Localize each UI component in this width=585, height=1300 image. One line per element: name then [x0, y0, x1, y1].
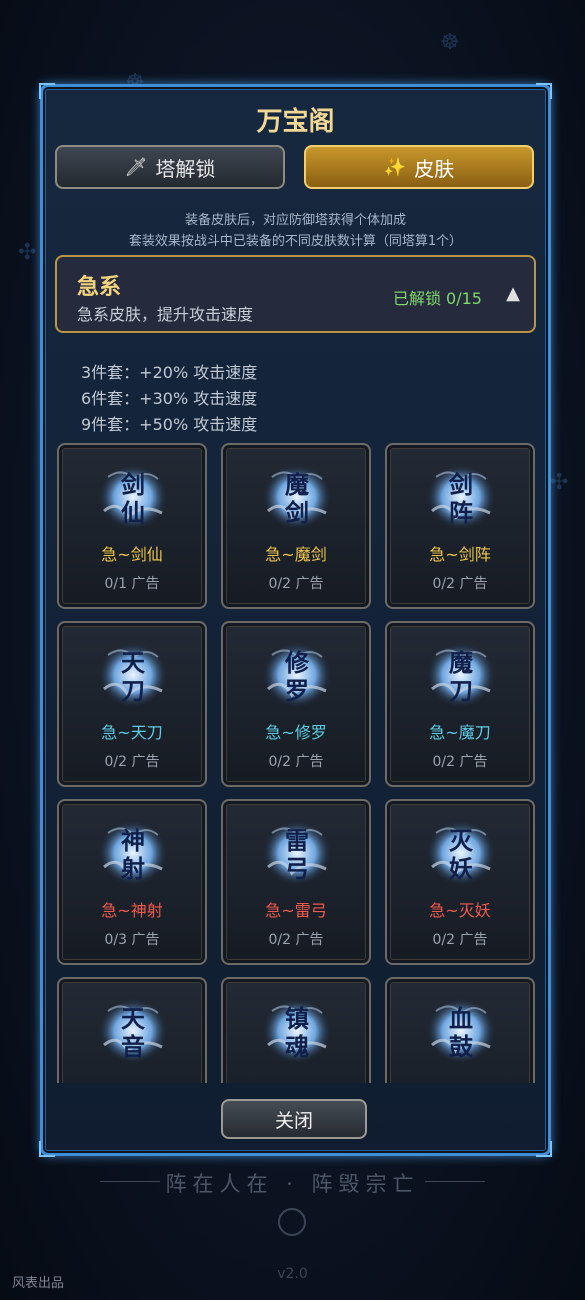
sparkle-icon: ✨	[383, 156, 407, 178]
skin-card[interactable]: 雷弓急~雷弓 0/2 广告	[221, 799, 371, 965]
emblem-glyph: 魔	[285, 470, 309, 499]
skin-ad-count: 0/2 广告	[268, 576, 324, 592]
version-label: v2.0	[277, 1266, 308, 1282]
emblem-glyph: 修	[284, 648, 310, 677]
skin-card[interactable]: 魔刀急~魔刀 0/2 广告	[385, 621, 535, 787]
skin-card[interactable]: 神射急~神射 0/3 广告	[57, 799, 207, 965]
skin-card[interactable]: 镇魂	[221, 977, 371, 1083]
skin-ad-count: 0/2 广告	[104, 754, 160, 770]
emblem-glyph: 刀	[449, 676, 473, 705]
info-note: 装备皮肤后，对应防御塔获得个体加成	[184, 213, 406, 228]
background-rune: ✣	[550, 470, 569, 495]
frame-corner	[536, 1141, 552, 1157]
skin-card[interactable]: 剑阵急~剑阵 0/2 广告	[385, 443, 535, 609]
skin-name: 急~灭妖	[429, 901, 491, 920]
frame-corner	[536, 83, 552, 99]
skin-card[interactable]: 灭妖急~灭妖 0/2 广告	[385, 799, 535, 965]
skin-emblem-icon: 镇魂	[263, 999, 331, 1063]
faction-name: 急系	[77, 275, 122, 300]
tab-skins[interactable]: ✨ 皮肤	[304, 145, 534, 189]
emblem-glyph: 灭	[449, 826, 474, 855]
faction-header[interactable]: 急系 急系皮肤，提升攻击速度 已解锁 0/15 ▲	[55, 255, 536, 333]
background-rune: ☸	[440, 30, 460, 55]
skin-ad-count: 0/3 广告	[104, 932, 160, 948]
close-button[interactable]: 关闭	[221, 1099, 367, 1139]
emblem-glyph: 剑	[448, 470, 473, 499]
skin-card[interactable]: 天音	[57, 977, 207, 1083]
emblem-glyph: 妖	[449, 854, 473, 883]
emblem-glyph: 魔	[449, 648, 473, 677]
emblem-glyph: 镇	[285, 1004, 309, 1033]
emblem-glyph: 仙	[121, 498, 145, 527]
skin-ad-count: 0/2 广告	[432, 754, 488, 770]
skin-card[interactable]: 修罗急~修罗 0/2 广告	[221, 621, 371, 787]
collapse-triangle-icon[interactable]: ▲	[506, 283, 520, 304]
emblem-glyph: 射	[120, 854, 145, 883]
skin-ad-count: 0/2 广告	[432, 932, 488, 948]
panel-title: 万宝阁	[256, 107, 335, 137]
emblem-glyph: 天	[121, 648, 145, 677]
emblem-glyph: 魂	[285, 1032, 309, 1061]
emblem-glyph: 鼓	[449, 1032, 474, 1061]
skin-name: 急~修罗	[265, 723, 327, 742]
frame-corner	[39, 83, 55, 99]
skin-ad-count: 0/2 广告	[268, 754, 324, 770]
set-bonus: 9件套：+50% 攻击速度	[81, 415, 258, 434]
unlock-progress: 已解锁 0/15	[392, 289, 482, 308]
skin-emblem-icon: 神射	[99, 821, 167, 885]
skin-name: 急~剑仙	[101, 545, 163, 564]
skin-ad-count: 0/1 广告	[104, 576, 160, 592]
emblem-glyph: 阵	[449, 498, 473, 527]
skin-emblem-icon: 剑仙	[99, 465, 167, 529]
emblem-glyph: 罗	[285, 676, 309, 705]
skin-name: 急~天刀	[101, 723, 163, 742]
faction-description: 急系皮肤，提升攻击速度	[77, 305, 254, 324]
skin-emblem-icon: 剑阵	[427, 465, 495, 529]
skin-card[interactable]: 剑仙急~剑仙 0/1 广告	[57, 443, 207, 609]
tab-tower-unlock[interactable]: 🗡 塔解锁	[55, 145, 285, 189]
skin-card[interactable]: 魔剑急~魔剑 0/2 广告	[221, 443, 371, 609]
skin-grid: 剑仙急~剑仙 0/1 广告魔剑急~魔剑 0/2 广告剑阵急~剑阵 0/2 广告天刀急~…	[55, 443, 536, 1083]
emblem-glyph: 音	[121, 1032, 145, 1061]
skin-emblem-icon: 修罗	[263, 643, 331, 707]
emblem-glyph: 雷	[285, 826, 309, 855]
emblem-glyph: 剑	[284, 498, 309, 527]
skin-card[interactable]: 天刀急~天刀 0/2 广告	[57, 621, 207, 787]
skin-name: 急~魔刀	[429, 723, 491, 742]
set-bonus: 3件套：+20% 攻击速度	[81, 363, 258, 382]
skin-emblem-icon: 灭妖	[427, 821, 495, 885]
skin-emblem-icon: 雷弓	[263, 821, 331, 885]
skin-emblem-icon: 天刀	[99, 643, 167, 707]
tab-label: 皮肤	[414, 156, 455, 181]
skin-emblem-icon: 血鼓	[427, 999, 495, 1063]
emblem-glyph: 刀	[121, 676, 145, 705]
frame-corner	[39, 1141, 55, 1157]
background-rune: ✣	[18, 240, 37, 265]
motto: 阵在人在 · 阵毁宗亡	[165, 1172, 420, 1196]
skin-ad-count: 0/2 广告	[268, 932, 324, 948]
emblem-glyph: 剑	[120, 470, 145, 499]
skin-name: 急~雷弓	[265, 901, 327, 920]
skin-emblem-icon: 魔剑	[263, 465, 331, 529]
close-label: 关闭	[274, 1109, 313, 1132]
set-bonus: 6件套：+30% 攻击速度	[81, 389, 258, 408]
skin-card[interactable]: 血鼓	[385, 977, 535, 1083]
tab-label: 塔解锁	[155, 156, 216, 181]
sword-icon: 🗡	[124, 156, 148, 178]
studio-credit: 风表出品	[12, 1276, 65, 1291]
seal-emblem-icon	[278, 1208, 306, 1236]
emblem-glyph: 弓	[285, 854, 309, 883]
emblem-glyph: 天	[121, 1004, 145, 1033]
skin-name: 急~神射	[101, 901, 163, 920]
emblem-glyph: 神	[121, 826, 145, 855]
treasure-pavilion-panel: 万宝阁 🗡 塔解锁 ✨ 皮肤 装备皮肤后，对应防御塔获得个体加成 套装效果按战斗…	[39, 83, 552, 1157]
emblem-glyph: 血	[449, 1004, 473, 1033]
info-note: 套装效果按战斗中已装备的不同皮肤数计算（同塔算1个）	[128, 234, 463, 249]
skin-name: 急~剑阵	[429, 545, 491, 564]
skin-ad-count: 0/2 广告	[432, 576, 488, 592]
skin-emblem-icon: 天音	[99, 999, 167, 1063]
skin-emblem-icon: 魔刀	[427, 643, 495, 707]
skin-name: 急~魔剑	[265, 545, 327, 564]
